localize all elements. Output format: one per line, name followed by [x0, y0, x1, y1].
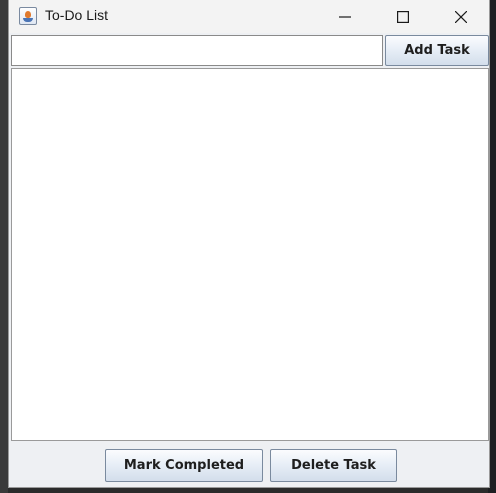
- minimize-icon: [339, 15, 351, 18]
- mark-completed-button[interactable]: Mark Completed: [105, 449, 263, 482]
- todo-window: To-Do List Add Task Mark Completed Delet…: [8, 0, 490, 488]
- add-task-button[interactable]: Add Task: [385, 35, 489, 66]
- java-coffee-cup-icon: [19, 7, 37, 25]
- close-button[interactable]: [438, 0, 484, 33]
- close-icon: [455, 10, 467, 23]
- minimize-button[interactable]: [322, 0, 368, 33]
- delete-task-button[interactable]: Delete Task: [270, 449, 397, 482]
- task-list[interactable]: [11, 68, 489, 441]
- task-input[interactable]: [11, 35, 383, 66]
- title-bar[interactable]: To-Do List: [9, 0, 489, 33]
- maximize-icon: [397, 10, 409, 23]
- window-title: To-Do List: [45, 7, 109, 23]
- background-desktop-left: [0, 0, 8, 493]
- maximize-button[interactable]: [380, 0, 426, 33]
